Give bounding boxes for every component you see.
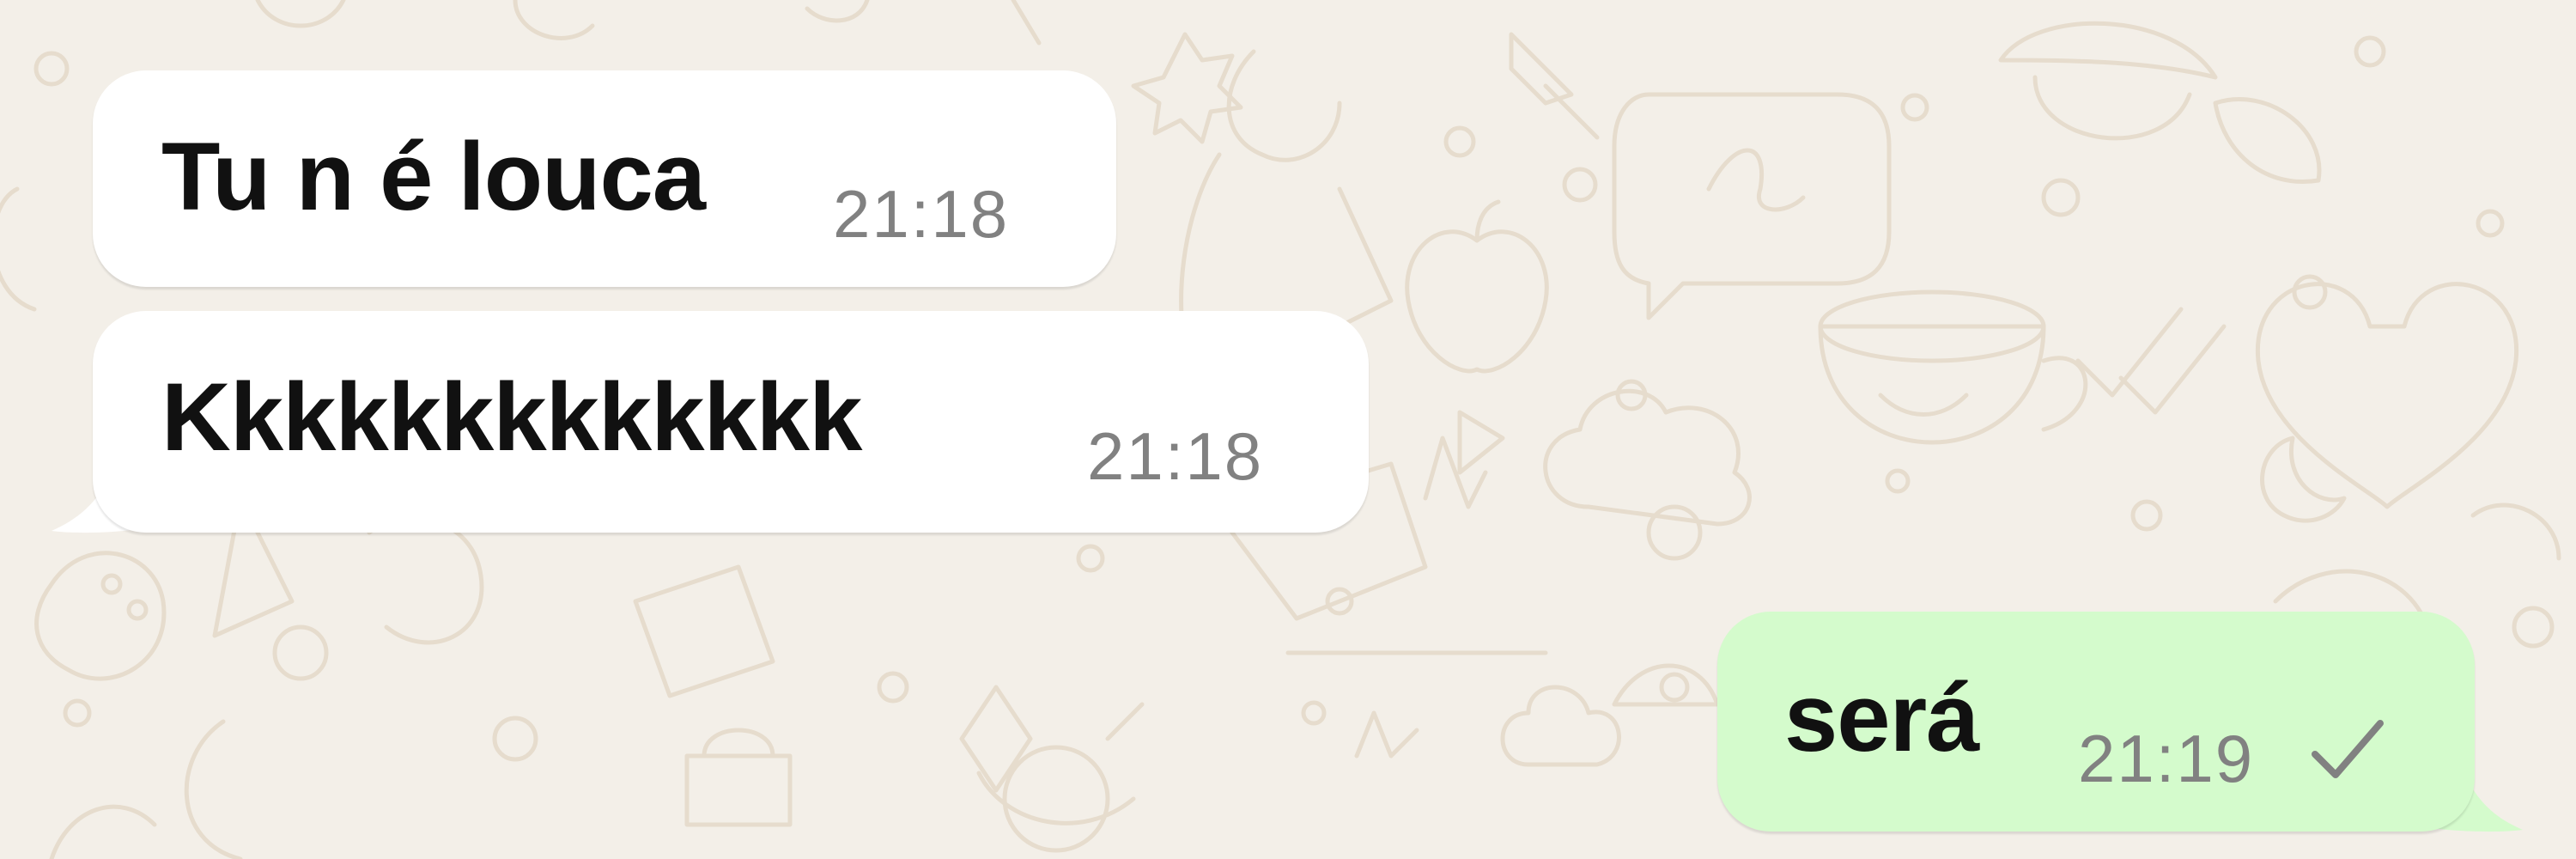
message-text: será: [1784, 664, 1979, 771]
message-timestamp: 21:18: [1087, 418, 1264, 494]
message-timestamp: 21:18: [833, 176, 1010, 252]
message-text: Kkkkkkkkkkkkk: [161, 363, 862, 471]
incoming-message-bubble[interactable]: Tu n é louca 21:18: [93, 70, 1116, 287]
message-text: Tu n é louca: [161, 123, 706, 230]
outgoing-message-bubble[interactable]: será 21:19: [1717, 612, 2475, 832]
incoming-message-bubble[interactable]: Kkkkkkkkkkkkk 21:18: [93, 311, 1369, 533]
single-check-icon: [2312, 720, 2384, 778]
message-timestamp: 21:19: [2078, 721, 2255, 796]
chat-background: Tu n é louca 21:18 Kkkkkkkkkkkkk 21:18 s…: [0, 0, 2576, 859]
